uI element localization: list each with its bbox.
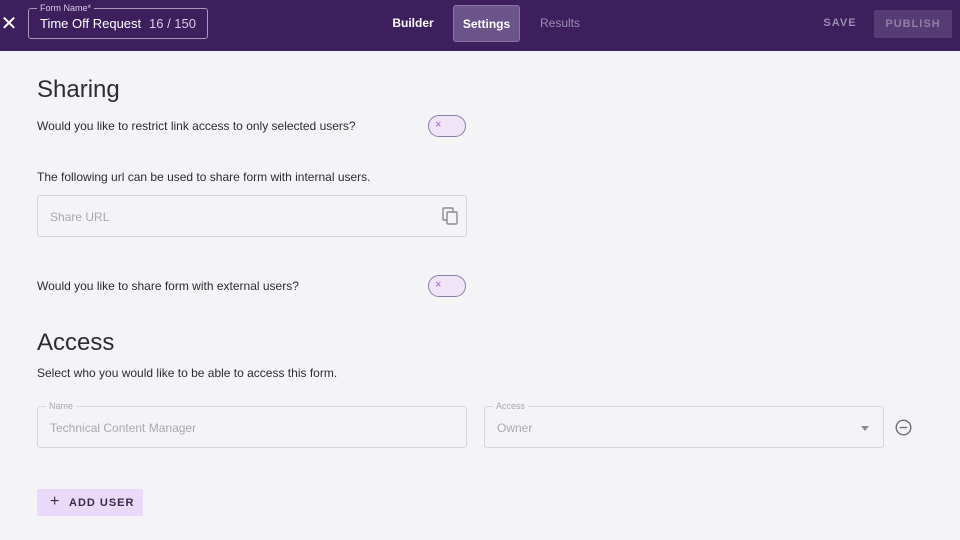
- access-level-value: Owner: [497, 421, 533, 435]
- form-name-label: Form Name*: [37, 3, 95, 13]
- tab-settings[interactable]: Settings: [453, 5, 520, 42]
- tab-results[interactable]: Results: [532, 5, 588, 42]
- user-name-field[interactable]: Name Technical Content Manager: [37, 401, 467, 448]
- sharing-title: Sharing: [37, 76, 120, 103]
- publish-button[interactable]: PUBLISH: [874, 10, 952, 38]
- user-name-value: Technical Content Manager: [50, 421, 197, 435]
- close-icon[interactable]: ✕: [0, 12, 18, 36]
- form-name-char-count: 16 / 150: [149, 16, 196, 31]
- toggle-off-icon: ×: [435, 119, 442, 131]
- access-level-select[interactable]: Access Owner: [484, 401, 884, 448]
- external-share-toggle[interactable]: ×: [428, 275, 466, 297]
- share-url-field[interactable]: Share URL: [37, 195, 467, 237]
- tab-builder[interactable]: Builder: [385, 5, 441, 42]
- plus-icon: +: [50, 493, 60, 510]
- internal-share-text: The following url can be used to share f…: [37, 170, 371, 184]
- share-url-placeholder: Share URL: [50, 210, 110, 224]
- restrict-access-toggle[interactable]: ×: [428, 115, 466, 137]
- copy-icon[interactable]: [442, 207, 458, 225]
- access-level-label: Access: [493, 401, 529, 411]
- toggle-off-icon: ×: [435, 279, 442, 291]
- restrict-access-question: Would you like to restrict link access t…: [37, 119, 356, 133]
- add-user-label: ADD USER: [69, 497, 135, 509]
- access-description: Select who you would like to be able to …: [37, 366, 338, 380]
- form-name-field[interactable]: Form Name* Time Off Request 16 / 150: [28, 3, 208, 39]
- access-title: Access: [37, 329, 115, 356]
- remove-user-icon[interactable]: [895, 419, 912, 436]
- save-button[interactable]: SAVE: [816, 5, 864, 42]
- external-share-question: Would you like to share form with extern…: [37, 279, 299, 293]
- top-bar: ✕ Form Name* Time Off Request 16 / 150 B…: [0, 0, 960, 51]
- add-user-button[interactable]: + ADD USER: [37, 489, 143, 516]
- user-name-label: Name: [46, 401, 77, 411]
- form-name-value[interactable]: Time Off Request: [40, 16, 141, 32]
- chevron-down-icon: [861, 426, 869, 431]
